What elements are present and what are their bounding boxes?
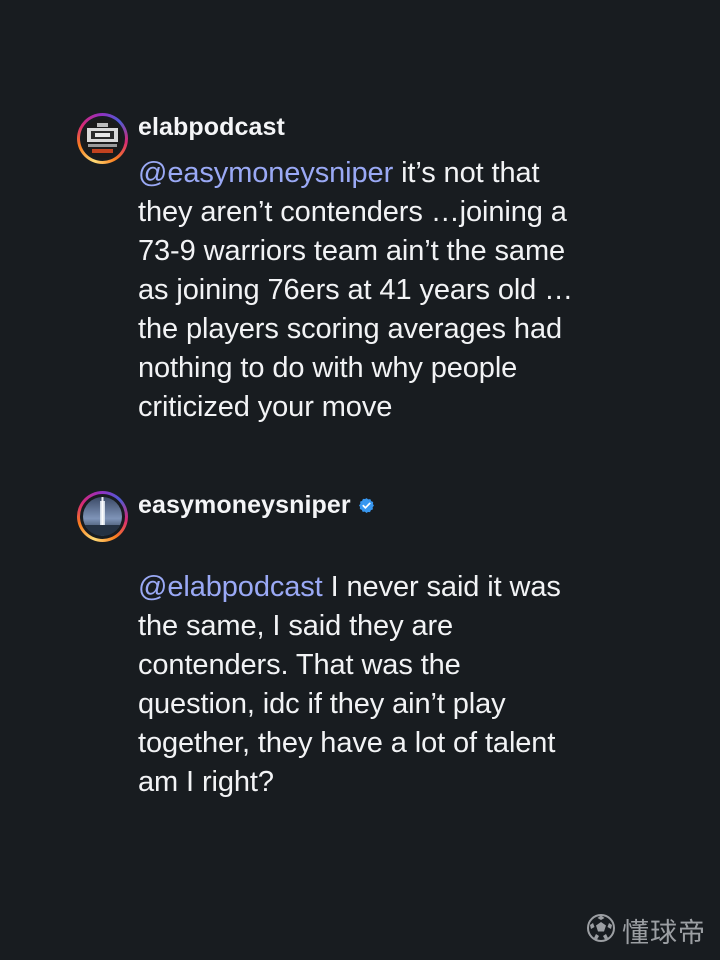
username-row: easymoneysniper (138, 491, 375, 520)
avatar-story-ring[interactable] (77, 113, 128, 164)
mention-link[interactable]: @easymoneysniper (138, 157, 393, 189)
comment-line: question, idc if they ain’t play (138, 688, 506, 720)
comment-line: as joining 76ers at 41 years old … (138, 274, 574, 306)
comment-line: the players scoring averages had (138, 313, 562, 345)
comment-line: criticized your move (138, 391, 393, 423)
comment-line: they aren’t contenders …joining a (138, 196, 567, 228)
comment-line: the same, I said they are (138, 610, 454, 642)
comment-line: am I right? (138, 766, 274, 798)
comment-text: @elabpodcast I never said it was the sam… (138, 568, 698, 802)
avatar-elabpodcast (83, 119, 122, 158)
comment-line: together, they have a lot of talent (138, 727, 556, 759)
avatar-easymoneysniper (83, 497, 122, 536)
comment-text: @easymoneysniper it’s not that they aren… (138, 154, 698, 427)
avatar-story-ring[interactable] (77, 491, 128, 542)
comment-line: it’s not that (393, 157, 540, 189)
mention-link[interactable]: @elabpodcast (138, 571, 323, 603)
comment-line: I never said it was (322, 571, 561, 603)
username-row: elabpodcast (138, 113, 285, 142)
comment-line: 73-9 warriors team ain’t the same (138, 235, 566, 267)
watermark-text: 懂球帝 (622, 918, 706, 949)
username[interactable]: elabpodcast (138, 113, 285, 142)
comment-line: contenders. That was the (138, 649, 461, 681)
watermark: 懂球帝 (586, 911, 706, 950)
verified-badge-icon (358, 497, 375, 514)
soccer-ball-icon (586, 913, 616, 948)
comment-line: nothing to do with why people (138, 352, 518, 384)
username[interactable]: easymoneysniper (138, 491, 351, 520)
